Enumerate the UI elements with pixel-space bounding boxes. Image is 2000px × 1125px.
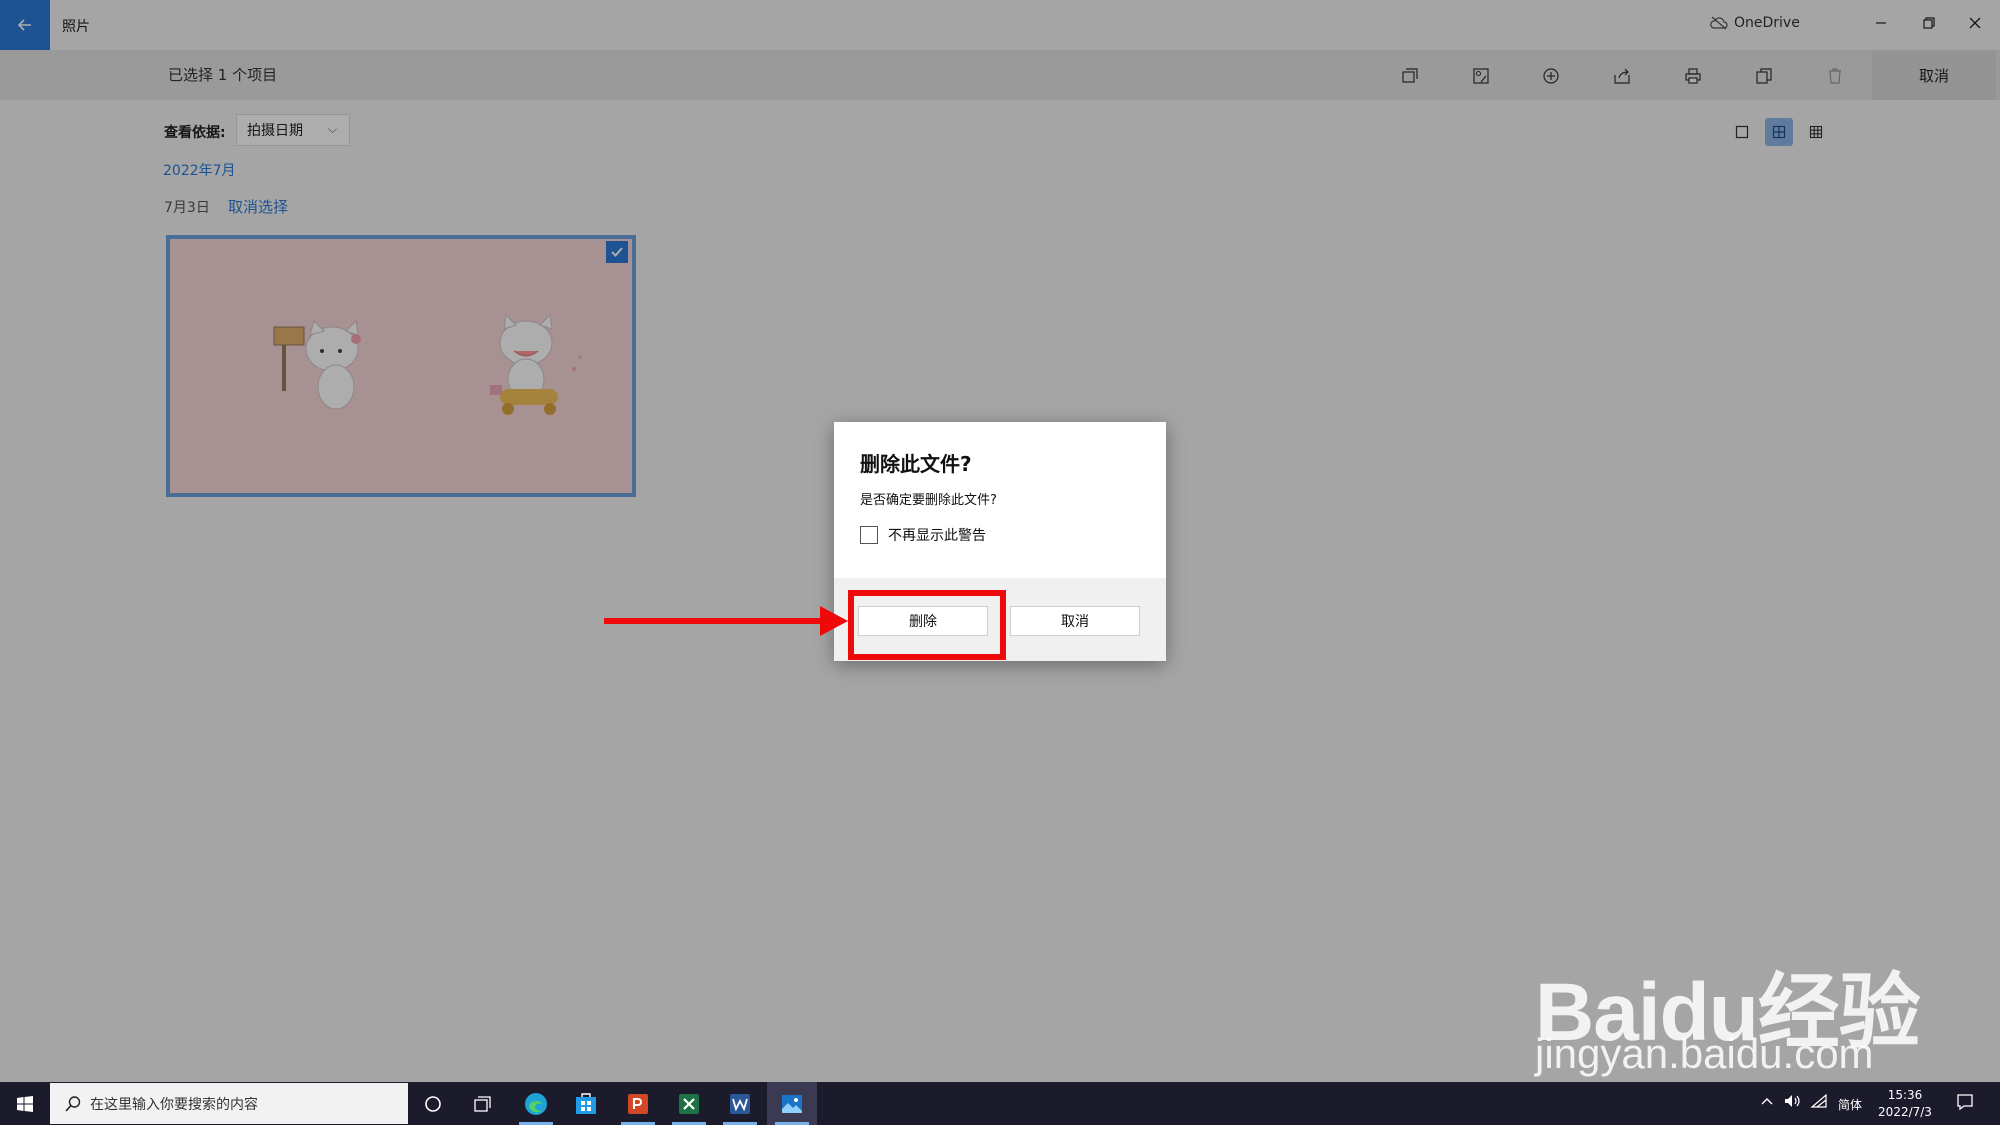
word-icon: [730, 1093, 750, 1114]
dialog-cancel-button[interactable]: 取消: [1010, 606, 1140, 636]
taskbar-powerpoint[interactable]: [613, 1082, 663, 1125]
ime-indicator[interactable]: 简体: [1838, 1096, 1862, 1113]
annotation-highlight-box: [848, 590, 1006, 660]
dont-show-again-checkbox[interactable]: [860, 526, 878, 544]
task-view-button[interactable]: [458, 1082, 508, 1125]
baidu-watermark-url: jingyan.baidu.com: [1535, 1030, 1874, 1077]
taskbar-excel[interactable]: [664, 1082, 714, 1125]
wifi-icon: [1810, 1093, 1827, 1108]
search-icon: [65, 1095, 81, 1112]
excel-icon: [679, 1093, 699, 1114]
clock-time: 15:36: [1887, 1088, 1923, 1102]
edge-browser-icon: [525, 1092, 547, 1115]
start-button[interactable]: [0, 1082, 50, 1125]
annotation-arrow-shaft: [604, 618, 824, 624]
clock-date: 2022/7/3: [1878, 1105, 1932, 1119]
dont-show-again-label[interactable]: 不再显示此警告: [888, 525, 986, 545]
photos-app-icon: [782, 1094, 802, 1113]
taskbar-word[interactable]: [715, 1082, 765, 1125]
speaker-icon: [1785, 1095, 1800, 1107]
volume-button[interactable]: [1784, 1093, 1802, 1113]
cortana-circle-icon: [425, 1095, 441, 1112]
dialog-message: 是否确定要删除此文件?: [860, 493, 997, 508]
windows-logo-icon: [17, 1095, 33, 1112]
taskbar-edge[interactable]: [511, 1082, 561, 1125]
search-placeholder: 在这里输入你要搜索的内容: [90, 1096, 258, 1113]
taskbar-store[interactable]: [561, 1082, 611, 1125]
store-icon: [576, 1092, 596, 1114]
action-center-button[interactable]: [1956, 1093, 1974, 1115]
task-view-icon: [474, 1095, 491, 1112]
annotation-arrow-head: [820, 606, 848, 636]
show-hidden-icons-button[interactable]: [1760, 1094, 1774, 1113]
taskbar-search-box[interactable]: 在这里输入你要搜索的内容: [50, 1083, 408, 1124]
clock[interactable]: 15:36 2022/7/3: [1866, 1087, 1944, 1121]
dialog-title: 删除此文件?: [860, 452, 972, 476]
notification-icon: [1957, 1094, 1973, 1111]
taskbar-photos[interactable]: [767, 1082, 817, 1125]
powerpoint-icon: [628, 1093, 648, 1114]
network-button[interactable]: [1810, 1093, 1828, 1113]
chevron-up-icon: [1761, 1098, 1773, 1105]
cortana-button[interactable]: [408, 1082, 458, 1125]
